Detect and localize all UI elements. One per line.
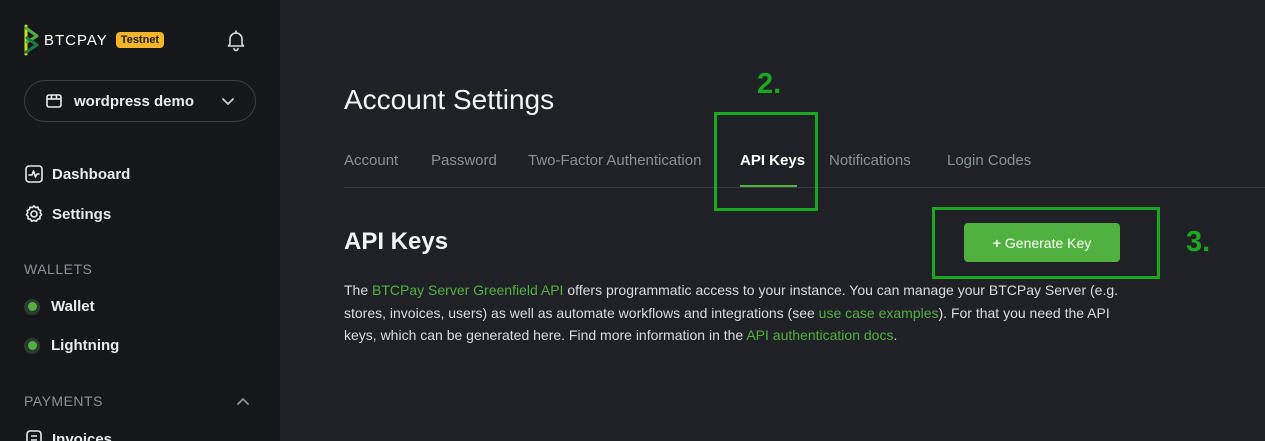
logo-text: BTCPAY [44, 31, 108, 49]
nav-dashboard[interactable]: Dashboard [24, 164, 130, 184]
testnet-badge: Testnet [115, 32, 165, 48]
wallet-status-icon [24, 298, 40, 315]
tab-account[interactable]: Account [344, 152, 398, 169]
chevron-up-icon[interactable] [236, 394, 250, 408]
payments-section-label: PAYMENTS [24, 393, 103, 409]
description-text: The [344, 282, 373, 298]
tab-notifications[interactable]: Notifications [829, 152, 911, 169]
nav-settings[interactable]: Settings [24, 204, 111, 224]
annotation-box-api-keys [714, 112, 818, 211]
sidebar: BTCPAY Testnet wordpress demo Dashboard … [0, 0, 280, 441]
tab-login-codes[interactable]: Login Codes [947, 152, 1031, 169]
lightning-status-icon [24, 337, 40, 354]
bell-icon[interactable] [224, 28, 248, 52]
store-name: wordpress demo [74, 92, 195, 110]
annotation-box-generate-key [932, 207, 1160, 279]
nav-wallet[interactable]: Wallet [24, 298, 95, 315]
nav-wallet-label: Wallet [51, 298, 95, 315]
section-title: API Keys [344, 228, 449, 255]
btcpay-logo[interactable]: BTCPAY Testnet [24, 24, 165, 56]
annotation-step-3: 3. [1186, 226, 1211, 258]
nav-lightning[interactable]: Lightning [24, 337, 119, 354]
nav-invoices-label: Invoices [52, 430, 113, 441]
use-case-examples-link[interactable]: use case examples [819, 305, 939, 321]
tab-two-factor[interactable]: Two-Factor Authentication [528, 152, 701, 169]
api-keys-description: The BTCPay Server Greenfield API offers … [344, 279, 1134, 347]
invoice-icon [26, 430, 42, 441]
gear-icon [25, 205, 43, 223]
nav-lightning-label: Lightning [51, 337, 120, 354]
page-title: Account Settings [344, 84, 555, 115]
nav-invoices[interactable]: Invoices [24, 429, 112, 441]
nav-dashboard-label: Dashboard [52, 165, 131, 183]
nav-settings-label: Settings [52, 205, 112, 223]
btcpay-logo-icon [24, 24, 39, 56]
description-text: . [893, 327, 898, 343]
dashboard-icon [25, 165, 43, 183]
api-auth-docs-link[interactable]: API authentication docs [746, 327, 893, 343]
wallets-section-label: WALLETS [24, 261, 93, 277]
chevron-down-icon [222, 98, 234, 105]
store-selector[interactable]: wordpress demo [24, 80, 256, 122]
greenfield-api-link[interactable]: BTCPay Server Greenfield API [372, 282, 563, 298]
store-icon [46, 94, 62, 108]
annotation-step-2: 2. [757, 68, 782, 100]
tab-password[interactable]: Password [431, 152, 497, 169]
